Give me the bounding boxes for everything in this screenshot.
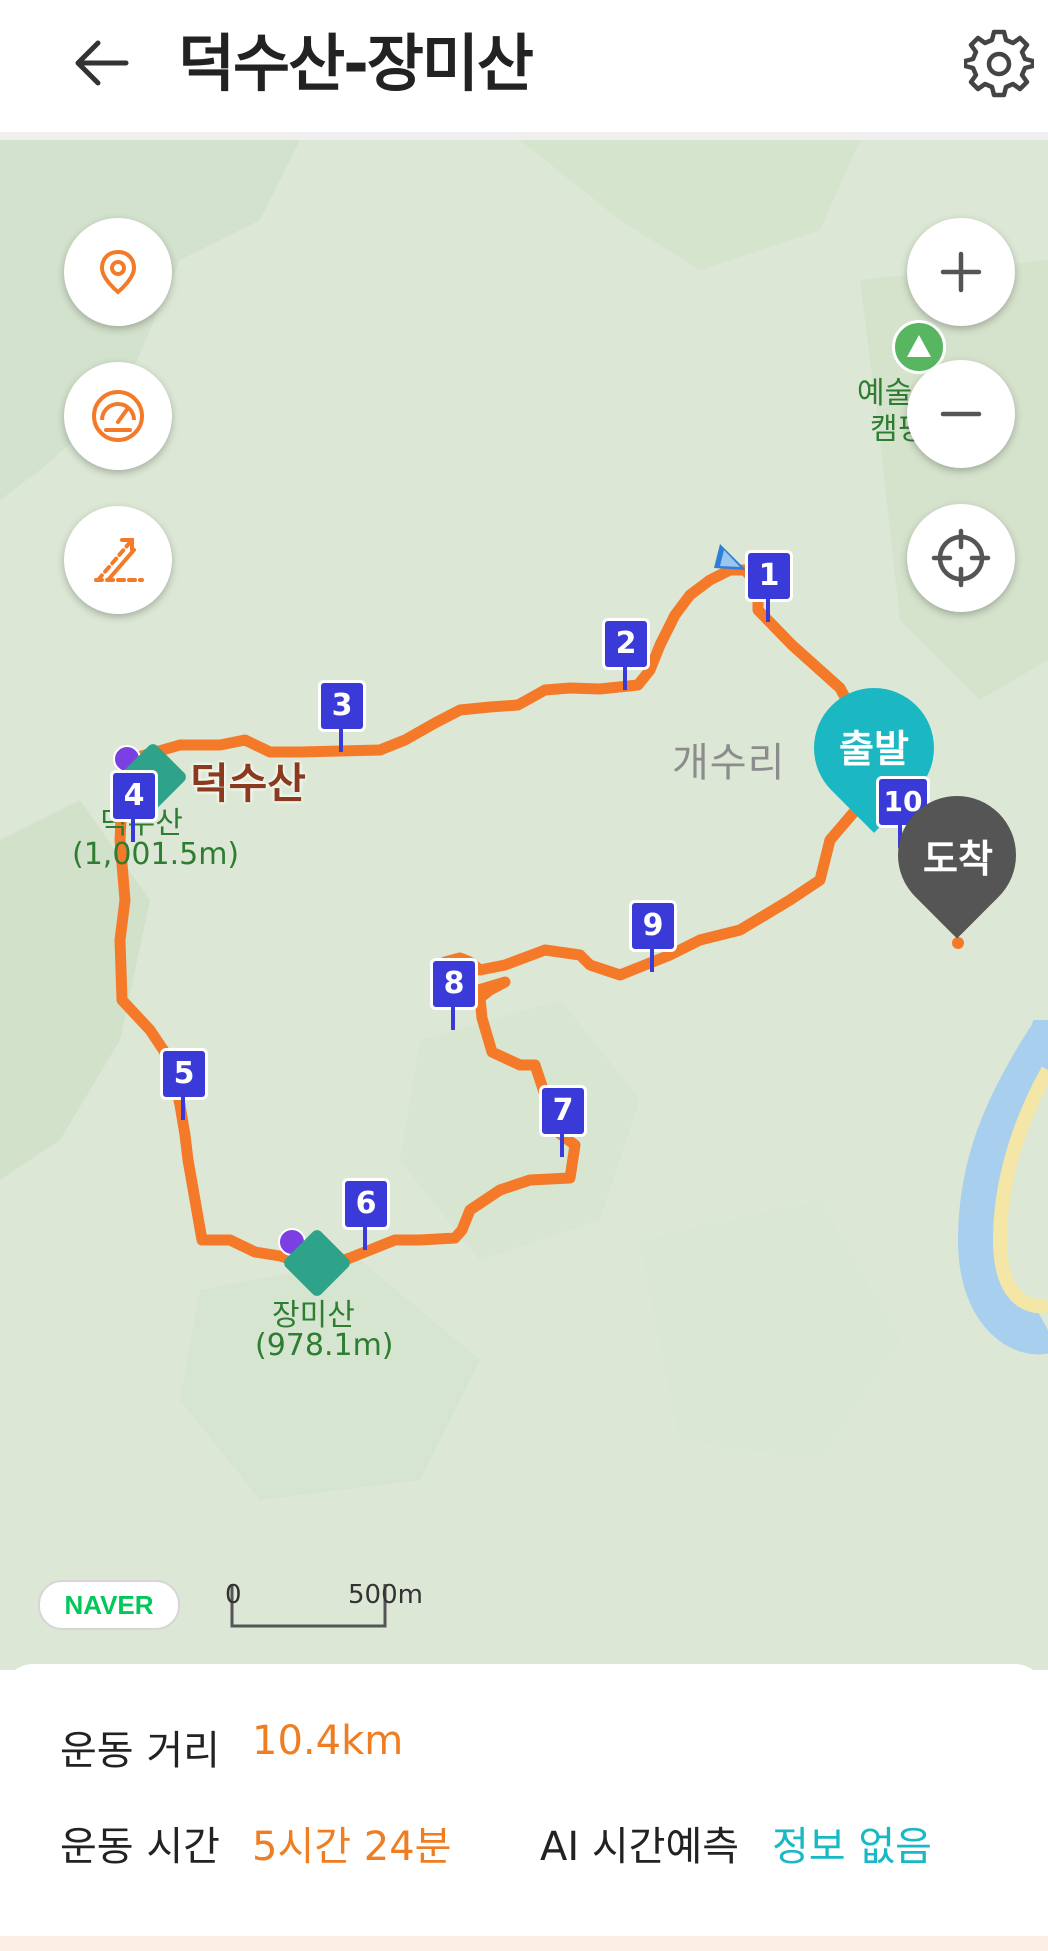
waypoint-2[interactable]: 2 bbox=[602, 618, 650, 670]
village-label: 개수리 bbox=[672, 740, 786, 786]
zoom-in-button[interactable] bbox=[907, 218, 1015, 326]
waypoint-8[interactable]: 8 bbox=[430, 958, 478, 1010]
scale-start: 0 bbox=[225, 1580, 242, 1610]
back-button[interactable] bbox=[68, 28, 138, 98]
naver-logo: NAVER bbox=[38, 1580, 180, 1630]
waypoint-3[interactable]: 3 bbox=[318, 680, 366, 732]
waypoint-1[interactable]: 1 bbox=[745, 550, 793, 602]
distance-value: 10.4km bbox=[252, 1718, 404, 1764]
end-label: 도착 bbox=[923, 837, 993, 881]
peak-elevation: (1,001.5m) bbox=[72, 837, 240, 872]
direction-arrow-icon bbox=[714, 544, 746, 570]
settings-button[interactable] bbox=[962, 28, 1036, 98]
start-label: 출발 bbox=[839, 727, 909, 771]
waypoint-stem bbox=[131, 818, 135, 842]
recenter-button[interactable] bbox=[907, 504, 1015, 612]
stats-panel: 운동 거리 10.4km 운동 시간 5시간 24분 AI 시간예측 정보 없음 bbox=[0, 1664, 1048, 1951]
speed-button[interactable] bbox=[64, 362, 172, 470]
waypoint-stem bbox=[451, 1006, 455, 1030]
time-label: 운동 시간 bbox=[60, 1824, 220, 1870]
waypoint-stem bbox=[560, 1133, 564, 1157]
peak-name-large: 덕수산 bbox=[190, 759, 306, 808]
crosshair-icon bbox=[931, 528, 991, 588]
route-map[interactable]: 개수리 예술 캠핑 덕수산 덕수산 (1,001.5m) 장미산 (978.1m… bbox=[0, 140, 1048, 1670]
bottom-strip bbox=[0, 1936, 1048, 1951]
distance-label: 운동 거리 bbox=[60, 1728, 220, 1774]
ai-prediction-value: 정보 없음 bbox=[772, 1824, 932, 1870]
zoom-in-icon bbox=[940, 251, 982, 293]
zoom-out-button[interactable] bbox=[907, 360, 1015, 468]
ai-prediction-label: AI 시간예측 bbox=[540, 1824, 740, 1870]
scale-end: 500m bbox=[348, 1580, 423, 1610]
waypoint-5[interactable]: 5 bbox=[160, 1048, 208, 1100]
back-arrow-icon bbox=[75, 40, 129, 86]
zoom-out-icon bbox=[940, 411, 982, 417]
peak-elevation-2: (978.1m) bbox=[255, 1328, 394, 1363]
app-header: 덕수산-장미산 bbox=[0, 0, 1048, 132]
header-divider bbox=[0, 132, 1048, 140]
gear-icon bbox=[962, 29, 1036, 98]
waypoint-6[interactable]: 6 bbox=[342, 1178, 390, 1230]
waypoint-stem bbox=[623, 666, 627, 690]
slope-button[interactable] bbox=[64, 506, 172, 614]
time-value: 5시간 24분 bbox=[252, 1824, 452, 1870]
waypoint-4[interactable]: 4 bbox=[110, 770, 158, 822]
page-title: 덕수산-장미산 bbox=[178, 27, 534, 100]
location-pin-icon bbox=[99, 249, 137, 295]
waypoint-9[interactable]: 9 bbox=[629, 900, 677, 952]
waypoint-7[interactable]: 7 bbox=[539, 1085, 587, 1137]
my-location-button[interactable] bbox=[64, 218, 172, 326]
waypoint-stem bbox=[181, 1096, 185, 1120]
speedometer-icon bbox=[92, 390, 144, 442]
slope-icon bbox=[94, 538, 144, 582]
waypoint-stem bbox=[650, 948, 654, 972]
waypoint-stem bbox=[339, 728, 343, 752]
waypoint-stem bbox=[766, 598, 770, 622]
waypoint-stem bbox=[363, 1226, 367, 1250]
